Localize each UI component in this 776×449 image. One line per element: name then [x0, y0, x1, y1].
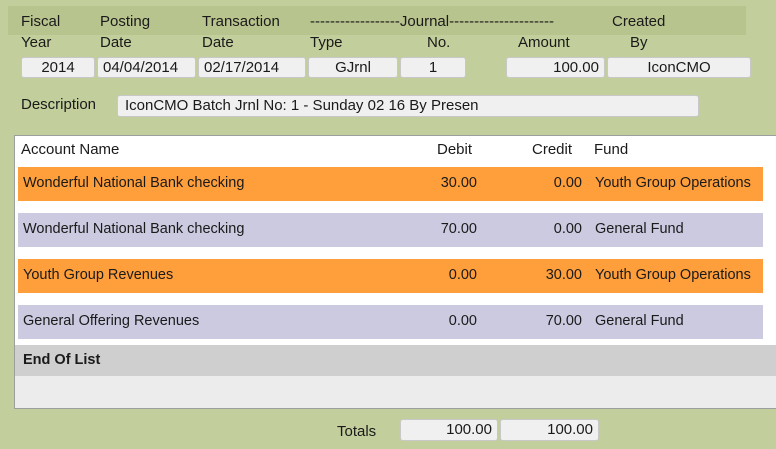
account-cell: Wonderful National Bank checking: [23, 175, 245, 191]
table-row[interactable]: Wonderful National Bank checking 30.00 0…: [18, 167, 763, 201]
journal-entries-grid: Account Name Debit Credit Fund Wonderful…: [14, 135, 776, 409]
end-of-list-label: End Of List: [23, 352, 101, 368]
table-row[interactable]: General Offering Revenues 0.00 70.00 Gen…: [18, 305, 763, 339]
credit-cell: 0.00: [553, 175, 582, 191]
debit-cell: 0.00: [448, 267, 477, 283]
description-field[interactable]: IconCMO Batch Jrnl No: 1 - Sunday 02 16 …: [117, 95, 699, 117]
fund-cell: General Fund: [595, 313, 684, 329]
amount-field[interactable]: 100.00: [506, 57, 605, 78]
grid-header: Account Name Debit Credit Fund: [15, 135, 776, 164]
transaction-label: Transaction: [202, 13, 280, 30]
by-label: By: [630, 34, 648, 51]
created-label: Created: [612, 13, 666, 30]
account-cell: Youth Group Revenues: [23, 267, 174, 283]
fund-cell: Youth Group Operations: [595, 267, 751, 283]
amount-label: Amount: [518, 34, 570, 51]
posting-date-label: Date: [100, 34, 132, 51]
fund-cell: Youth Group Operations: [595, 175, 751, 191]
account-cell: Wonderful National Bank checking: [23, 221, 245, 237]
account-cell: General Offering Revenues: [23, 313, 200, 329]
year-label: Year: [21, 34, 52, 51]
no-label: No.: [427, 34, 451, 51]
column-header-debit[interactable]: Debit: [437, 141, 472, 158]
credit-cell: 70.00: [545, 313, 582, 329]
description-label: Description: [21, 96, 97, 113]
credit-cell: 0.00: [553, 221, 582, 237]
debit-cell: 30.00: [440, 175, 477, 191]
credit-cell: 30.00: [545, 267, 582, 283]
created-by-field[interactable]: IconCMO: [607, 57, 751, 78]
journal-no-field[interactable]: 1: [400, 57, 466, 78]
column-header-credit[interactable]: Credit: [532, 141, 572, 158]
table-row[interactable]: Wonderful National Bank checking 70.00 0…: [18, 213, 763, 247]
fiscal-year-field[interactable]: 2014: [21, 57, 95, 78]
fiscal-label: Fiscal: [21, 13, 61, 30]
fund-cell: General Fund: [595, 221, 684, 237]
total-debit-field[interactable]: 100.00: [400, 419, 498, 441]
transaction-date-label: Date: [202, 34, 234, 51]
end-of-list-row: End Of List: [15, 345, 776, 376]
total-credit-field[interactable]: 100.00: [500, 419, 599, 441]
totals-label: Totals: [337, 423, 377, 440]
journal-label: ------------------Journal---------------…: [310, 13, 555, 30]
journal-type-field[interactable]: GJrnl: [308, 57, 398, 78]
posting-label: Posting: [100, 13, 151, 30]
posting-date-field[interactable]: 04/04/2014: [97, 57, 196, 78]
column-header-fund[interactable]: Fund: [594, 141, 628, 158]
debit-cell: 0.00: [448, 313, 477, 329]
transaction-date-field[interactable]: 02/17/2014: [198, 57, 306, 78]
column-header-account[interactable]: Account Name: [21, 141, 119, 158]
table-row[interactable]: Youth Group Revenues 0.00 30.00 Youth Gr…: [18, 259, 763, 293]
type-label: Type: [310, 34, 343, 51]
debit-cell: 70.00: [440, 221, 477, 237]
